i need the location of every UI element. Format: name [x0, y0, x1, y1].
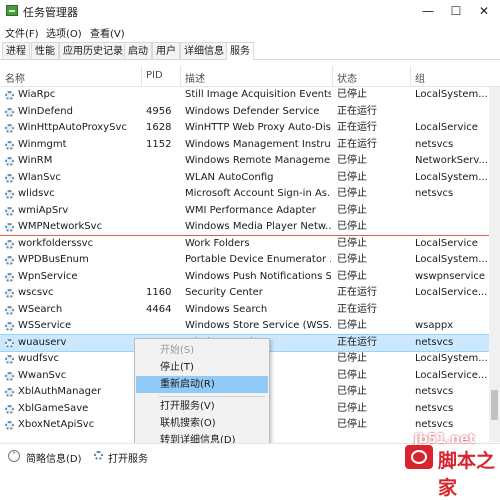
- task-manager-icon: [6, 5, 18, 16]
- open-services-link[interactable]: 打开服务: [108, 450, 148, 465]
- header-name[interactable]: 名称: [5, 70, 25, 85]
- column-divider[interactable]: [410, 66, 411, 86]
- menu-bar: 文件(F) 选项(O) 查看(V): [0, 22, 500, 40]
- table-row[interactable]: WSService Windows Store Service (WSS... 已停…: [0, 318, 500, 335]
- service-gear-icon: [5, 91, 14, 100]
- service-gear-icon: [5, 421, 14, 430]
- service-gear-icon: [5, 239, 14, 249]
- service-gear-icon: [5, 173, 14, 183]
- table-row[interactable]: WinHttpAutoProxySvc 1628 WinHTTP Web Proxy…: [0, 120, 500, 137]
- service-gear-icon: [5, 305, 14, 315]
- table-row[interactable]: WlanSvc WLAN AutoConfig 已停止 LocalSystem...: [0, 170, 500, 187]
- menu-options[interactable]: 选项(O): [46, 25, 82, 40]
- tab-details[interactable]: 详细信息: [180, 42, 228, 59]
- context-menu: 开始(S) 停止(T) 重新启动(R) 打开服务(V) 联机搜索(O) 转到详细…: [134, 338, 270, 450]
- window-title: 任务管理器: [23, 6, 78, 19]
- service-gear-icon: [5, 404, 14, 414]
- column-divider[interactable]: [180, 66, 181, 86]
- header-pid[interactable]: PID: [146, 70, 163, 81]
- close-button[interactable]: ✕: [470, 0, 498, 22]
- service-gear-icon: [5, 206, 14, 216]
- service-gear-icon: [5, 107, 14, 117]
- title-bar: 任务管理器 — ☐ ✕: [0, 0, 500, 22]
- minimize-button[interactable]: —: [414, 0, 442, 22]
- service-gear-icon: [5, 338, 14, 348]
- column-header: 名称 PID 描述 状态 组: [0, 66, 500, 87]
- table-row[interactable]: workfolderssvc Work Folders 已停止 LocalServic…: [0, 236, 500, 253]
- services-gear-icon: [94, 451, 103, 460]
- table-row[interactable]: WPDBusEnum Portable Device Enumerator ...…: [0, 252, 500, 269]
- service-gear-icon: [5, 124, 14, 133]
- tab-startup[interactable]: 启动: [124, 42, 152, 59]
- table-row[interactable]: wlidsvc Microsoft Account Sign-in As... 已停…: [0, 186, 500, 203]
- header-group[interactable]: 组: [415, 70, 425, 85]
- maximize-button[interactable]: ☐: [442, 0, 470, 22]
- vertical-scrollbar[interactable]: [489, 87, 500, 442]
- service-gear-icon: [5, 355, 14, 364]
- service-gear-icon: [5, 223, 14, 232]
- column-divider[interactable]: [141, 66, 142, 86]
- menu-item-search-online[interactable]: 联机搜索(O): [136, 415, 268, 432]
- tab-processes[interactable]: 进程: [2, 42, 30, 59]
- menu-view[interactable]: 查看(V): [90, 25, 125, 40]
- fewer-details-link[interactable]: 简略信息(D): [26, 450, 82, 465]
- service-gear-icon: [5, 289, 14, 298]
- service-gear-icon: [5, 157, 14, 166]
- table-row[interactable]: Winmgmt 1152 Windows Management Instru... 正…: [0, 137, 500, 154]
- table-row[interactable]: WMPNetworkSvc Windows Media Player Netw..…: [0, 219, 500, 236]
- tab-bar: 进程 性能 应用历史记录 启动 用户 详细信息 服务: [0, 40, 500, 60]
- service-gear-icon: [5, 371, 14, 381]
- menu-item-restart[interactable]: 重新启动(R): [136, 376, 268, 393]
- header-description[interactable]: 描述: [185, 70, 205, 85]
- service-gear-icon: [5, 140, 14, 150]
- scrollbar-thumb[interactable]: [491, 390, 498, 420]
- tab-services[interactable]: 服务: [226, 42, 254, 60]
- table-row[interactable]: WpnService Windows Push Notifications S..…: [0, 269, 500, 286]
- service-gear-icon: [5, 388, 14, 397]
- collapse-chevron-icon[interactable]: ˄: [8, 450, 20, 462]
- header-status[interactable]: 状态: [337, 70, 357, 85]
- watermark-logo-icon: [405, 445, 433, 469]
- table-row[interactable]: wscsvc 1160 Security Center 正在运行 LocalServic…: [0, 285, 500, 302]
- table-row[interactable]: WinRM Windows Remote Manageme... 已停止 Networ…: [0, 153, 500, 170]
- table-row[interactable]: WiaRpc Still Image Acquisition Events 已停止 L…: [0, 87, 500, 104]
- service-gear-icon: [5, 272, 14, 282]
- tab-app-history[interactable]: 应用历史记录: [59, 42, 127, 59]
- menu-item-open-services[interactable]: 打开服务(V): [136, 398, 268, 415]
- service-gear-icon: [5, 322, 14, 331]
- annotation-divider-line: [0, 235, 500, 236]
- table-row[interactable]: WSearch 4464 Windows Search 正在运行: [0, 302, 500, 319]
- tab-users[interactable]: 用户: [152, 42, 180, 59]
- tab-performance[interactable]: 性能: [31, 42, 59, 59]
- service-gear-icon: [5, 256, 14, 265]
- table-row[interactable]: wmiApSrv WMI Performance Adapter 已停止: [0, 203, 500, 220]
- menu-item-start[interactable]: 开始(S): [136, 342, 268, 359]
- table-row[interactable]: WinDefend 4956 Windows Defender Service 正在运…: [0, 104, 500, 121]
- menu-item-stop[interactable]: 停止(T): [136, 359, 268, 376]
- menu-separator: [159, 396, 265, 397]
- column-divider[interactable]: [332, 66, 333, 86]
- service-gear-icon: [5, 190, 14, 199]
- watermark-text: 脚本之家: [438, 450, 496, 499]
- menu-file[interactable]: 文件(F): [5, 25, 39, 40]
